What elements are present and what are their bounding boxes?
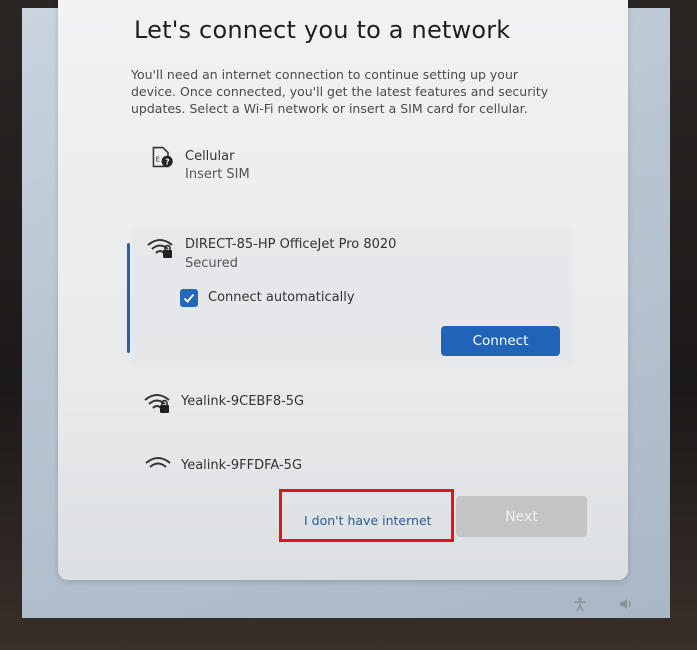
svg-text:E: E xyxy=(156,155,160,163)
network-name: Yealink-9FFDFA-5G xyxy=(181,458,303,470)
accessibility-icon[interactable] xyxy=(572,596,588,612)
volume-icon[interactable] xyxy=(618,596,634,612)
network-name: Cellular xyxy=(185,149,235,164)
network-status: Insert SIM xyxy=(185,167,250,182)
wifi-secured-icon xyxy=(144,394,170,413)
network-status: Secured xyxy=(185,256,238,271)
page-title: Let's connect you to a network xyxy=(134,16,511,44)
network-name: DIRECT-85-HP OfficeJet Pro 8020 xyxy=(185,237,397,252)
network-item-yealink-9ffdfa[interactable]: Yealink-9FFDFA-5G xyxy=(140,448,440,470)
checkmark-icon xyxy=(183,293,195,303)
svg-text:?: ? xyxy=(165,157,169,166)
page-description: You'll need an internet connection to co… xyxy=(131,67,549,116)
wifi-secured-icon xyxy=(147,239,173,258)
selection-indicator xyxy=(127,243,130,353)
connect-automatically-checkbox[interactable] xyxy=(180,289,198,307)
next-button[interactable]: Next xyxy=(456,496,587,537)
wifi-icon xyxy=(145,457,171,468)
no-internet-link[interactable]: I don't have internet xyxy=(304,513,432,528)
cellular-sim-icon: E ? xyxy=(152,146,173,168)
connect-button[interactable]: Connect xyxy=(441,326,560,356)
network-name: Yealink-9CEBF8-5G xyxy=(181,394,305,409)
connect-automatically-label: Connect automatically xyxy=(208,290,355,305)
